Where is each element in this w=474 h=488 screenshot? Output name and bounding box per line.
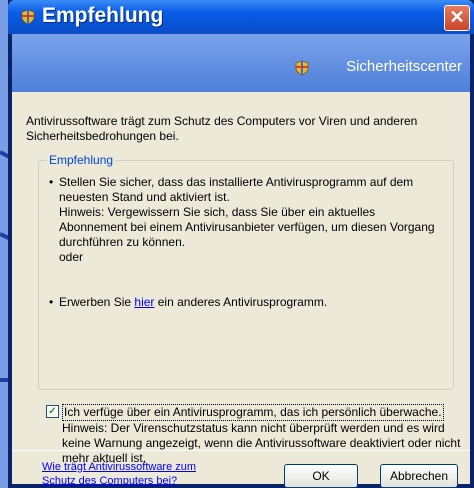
bullet1-note: Hinweis: Vergewissern Sie sich, dass Sie… bbox=[59, 205, 435, 249]
checkbox-label[interactable]: Ich verfüge über ein Antivirusprogramm, … bbox=[62, 404, 444, 421]
header-banner: Sicherheitscenter bbox=[12, 34, 470, 92]
dialog-client: Sicherheitscenter Antivirussoftware träg… bbox=[12, 34, 470, 488]
self-monitor-checkbox[interactable]: ✓ bbox=[46, 405, 59, 418]
dialog-footer: Wie trägt Antivirussoftware zum Schutz d… bbox=[12, 450, 470, 488]
bullet-text: Stellen Sie sicher, dass das installiert… bbox=[59, 175, 445, 265]
bullet1-text: Stellen Sie sicher, dass das installiert… bbox=[59, 175, 414, 204]
here-link[interactable]: hier bbox=[134, 295, 154, 309]
bullet2-pre: Erwerben Sie bbox=[59, 295, 132, 309]
bullet-icon: • bbox=[49, 175, 54, 189]
ok-button[interactable]: OK bbox=[284, 464, 358, 488]
footer-separator bbox=[12, 450, 470, 451]
shield-icon bbox=[21, 9, 35, 25]
cancel-button[interactable]: Abbrechen bbox=[380, 464, 458, 488]
intro-text: Antivirussoftware trägt zum Schutz des C… bbox=[26, 114, 418, 143]
bullet-icon: • bbox=[49, 295, 54, 309]
recommendation-group: Empfehlung • Stellen Sie sicher, dass da… bbox=[38, 153, 454, 390]
bullet2-post: ein anderes Antivirusprogramm. bbox=[157, 295, 328, 309]
window-title: Empfehlung bbox=[42, 4, 164, 27]
or-text: oder bbox=[59, 250, 84, 264]
title-bar[interactable]: Empfehlung ✕ bbox=[8, 0, 474, 34]
dialog-window: Empfehlung ✕ Sicherheitscenter Antivirus… bbox=[8, 0, 474, 488]
group-label: Empfehlung bbox=[47, 153, 116, 167]
help-link[interactable]: Wie trägt Antivirussoftware zum Schutz d… bbox=[42, 460, 232, 488]
header-label: Sicherheitscenter bbox=[346, 58, 462, 75]
bullet-text: Erwerben Sie hier ein anderes Antivirusp… bbox=[59, 295, 445, 310]
close-button[interactable]: ✕ bbox=[444, 5, 470, 31]
shield-icon bbox=[295, 60, 309, 76]
